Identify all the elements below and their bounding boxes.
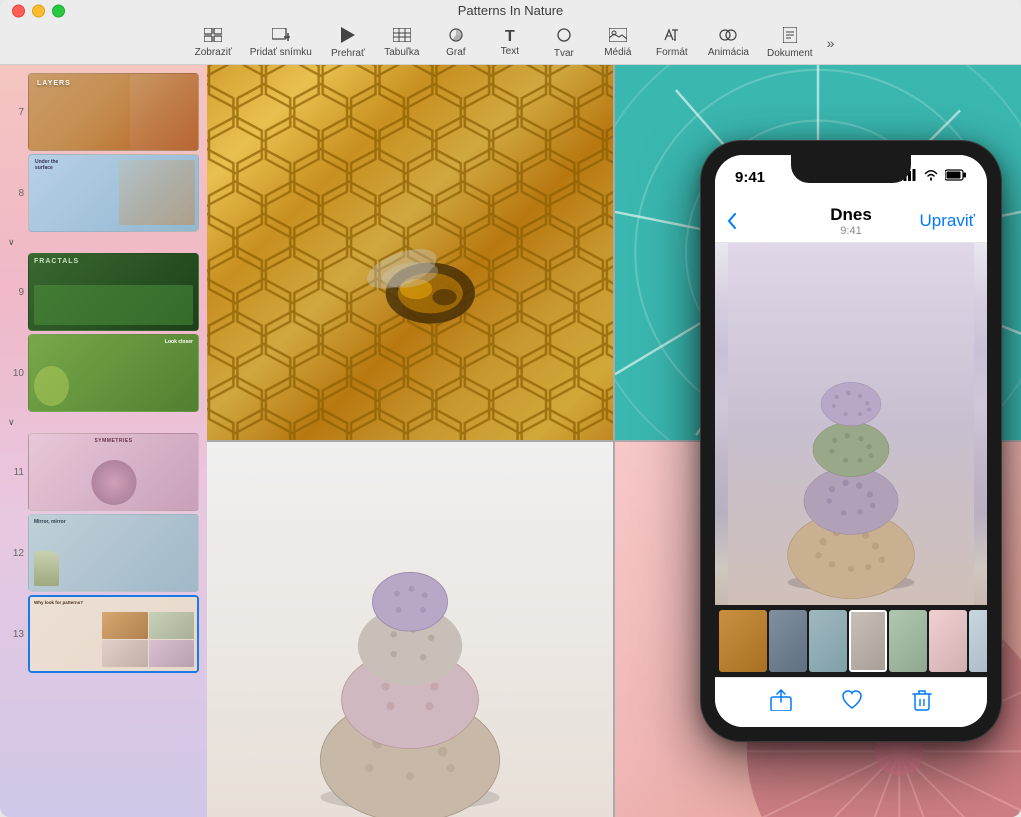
toolbar-item-table[interactable]: Tabuľka <box>376 25 428 61</box>
slide-panel: 7 LAYERS 8 Under th <box>0 65 207 817</box>
slide-thumb-12: 12 Mirror, mirror <box>8 514 199 592</box>
slide-number-11: 11 <box>8 467 24 478</box>
battery-icon <box>945 168 967 186</box>
photo-bee <box>207 65 613 440</box>
toolbar-item-text[interactable]: T Text <box>484 26 536 60</box>
play-icon <box>341 27 355 47</box>
ios-photo-content <box>715 243 987 605</box>
wifi-icon <box>923 168 939 186</box>
ios-nav-title-main: Dnes <box>830 205 872 225</box>
text-icon: T <box>505 29 515 45</box>
maximize-button[interactable] <box>52 4 65 17</box>
animation-label: Animácia <box>708 47 749 58</box>
iphone-notch <box>791 155 911 183</box>
format-label: Formát <box>656 47 688 58</box>
slide-preview-10[interactable]: Look closer <box>28 334 199 412</box>
toolbar-item-chart[interactable]: Graf <box>430 25 482 61</box>
table-icon <box>393 28 411 46</box>
canvas-area: 9:41 <box>207 65 1021 817</box>
slide-number-12: 12 <box>8 548 24 559</box>
sidebar-chevron-1[interactable]: ∨ <box>0 235 207 250</box>
play-label: Prehrať <box>331 48 365 59</box>
document-label: Dokument <box>767 48 813 59</box>
title-row: Patterns In Nature <box>0 0 1021 21</box>
strip-photo-7[interactable] <box>969 610 987 672</box>
ios-back-button[interactable] <box>727 213 736 229</box>
strip-photo-1[interactable] <box>719 610 767 672</box>
toolbar-item-view[interactable]: Zobraziť <box>187 25 240 61</box>
strip-photo-3[interactable] <box>809 610 847 672</box>
slide-number-7: 7 <box>8 107 24 118</box>
text-label: Text <box>501 46 519 57</box>
ios-trash-button[interactable] <box>912 689 932 717</box>
slide-thumb-11: 11 SYMMETRIES <box>8 433 199 511</box>
iphone-device: 9:41 <box>701 141 1001 741</box>
slide-number-13: 13 <box>8 629 24 640</box>
shape-icon <box>556 27 572 47</box>
main-content: 7 LAYERS 8 Under th <box>0 65 1021 817</box>
ios-nav-title-sub: 9:41 <box>830 225 872 237</box>
slide-preview-13[interactable]: Why look for patterns? <box>28 595 199 673</box>
add-slide-label: Pridať snímku <box>250 47 312 58</box>
status-time: 9:41 <box>735 169 765 186</box>
sidebar-chevron-2[interactable]: ∨ <box>0 415 207 430</box>
view-icon <box>204 28 222 46</box>
toolbar-more-button[interactable]: » <box>827 35 835 51</box>
toolbar-item-media[interactable]: Médiá <box>592 25 644 61</box>
strip-photo-4[interactable] <box>849 610 887 672</box>
slide-preview-12[interactable]: Mirror, mirror <box>28 514 199 592</box>
view-label: Zobraziť <box>195 47 232 58</box>
toolbar-item-format[interactable]: Formát <box>646 25 698 61</box>
slide-number-10: 10 <box>8 368 24 379</box>
ios-nav-title: Dnes 9:41 <box>830 205 872 237</box>
slide-thumb-10: 10 Look closer <box>8 334 199 412</box>
add-slide-icon <box>272 28 290 46</box>
ios-photo-strip[interactable] <box>715 605 987 677</box>
toolbar-item-animation[interactable]: Animácia <box>700 25 757 61</box>
table-label: Tabuľka <box>384 47 419 58</box>
ios-nav-bar: Dnes 9:41 Upraviť <box>715 199 987 243</box>
toolbar-item-play[interactable]: Prehrať <box>322 24 374 62</box>
media-icon <box>609 28 627 46</box>
slide-thumb-9: 9 FRACTALS <box>8 253 199 331</box>
animation-icon <box>719 28 737 46</box>
slide-number-9: 9 <box>8 287 24 298</box>
slide-thumb-8: 8 Under thesurface <box>8 154 199 232</box>
ios-edit-button[interactable]: Upraviť <box>920 211 976 231</box>
format-icon <box>663 28 681 46</box>
window-controls <box>12 4 65 17</box>
strip-photo-6[interactable] <box>929 610 967 672</box>
mac-window: Patterns In Nature Zobraziť Pridať snímk… <box>0 0 1021 817</box>
ios-photo-main[interactable] <box>715 243 987 605</box>
slide-thumb-7: 7 LAYERS <box>8 73 199 151</box>
iphone-screen: 9:41 <box>715 155 987 727</box>
chart-icon <box>448 28 464 46</box>
toolbar-item-document[interactable]: Dokument <box>759 24 821 62</box>
toolbar-item-add-slide[interactable]: Pridať snímku <box>242 25 320 61</box>
title-bar: Patterns In Nature Zobraziť Pridať snímk… <box>0 0 1021 65</box>
strip-photo-2[interactable] <box>769 610 807 672</box>
chart-label: Graf <box>446 47 465 58</box>
slide-thumb-13: 13 Why look for patterns? <box>8 595 199 673</box>
iphone-device-container: 9:41 <box>681 75 1001 807</box>
ios-heart-button[interactable] <box>841 689 863 717</box>
document-icon <box>783 27 797 47</box>
ios-share-button[interactable] <box>770 689 792 717</box>
slide-preview-8[interactable]: Under thesurface <box>28 154 199 232</box>
slide-preview-11[interactable]: SYMMETRIES <box>28 433 199 511</box>
close-button[interactable] <box>12 4 25 17</box>
media-label: Médiá <box>604 47 631 58</box>
slide-preview-7[interactable]: LAYERS <box>28 73 199 151</box>
photo-urchins <box>207 442 613 817</box>
window-title: Patterns In Nature <box>458 3 564 18</box>
strip-photo-5[interactable] <box>889 610 927 672</box>
minimize-button[interactable] <box>32 4 45 17</box>
ios-action-bar <box>715 677 987 727</box>
shape-label: Tvar <box>554 48 574 59</box>
toolbar: Zobraziť Pridať snímku Prehrať Tabuľka <box>177 21 845 64</box>
slide-number-8: 8 <box>8 188 24 199</box>
slide-preview-9[interactable]: FRACTALS <box>28 253 199 331</box>
toolbar-item-shape[interactable]: Tvar <box>538 24 590 62</box>
